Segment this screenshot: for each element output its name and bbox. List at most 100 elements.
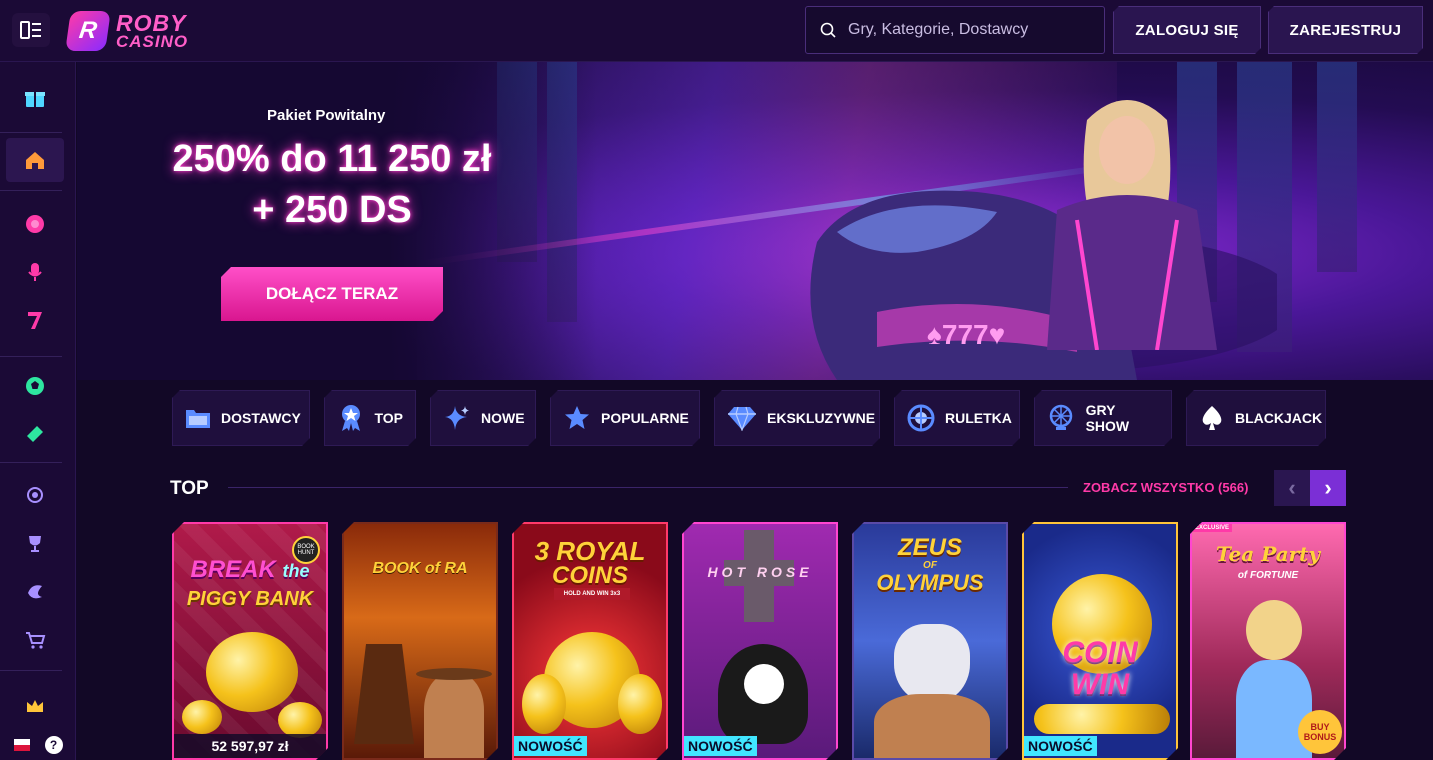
exclusive-badge: EXCLUSIVE [1192, 524, 1232, 532]
hero-pretitle: Pakiet Powitalny [267, 107, 386, 124]
sidebar-item-shop[interactable] [6, 618, 64, 662]
sidebar-item-loyalty[interactable] [6, 474, 64, 518]
game-title: ZEUS [897, 534, 962, 561]
seven-icon [28, 312, 42, 329]
logo-mark: R [65, 11, 111, 51]
top-header: R ROBY CASINO ZALOGUJ SIĘ ZAREJESTRUJ [0, 0, 1433, 62]
bike-plate-text: ♠777♥ [927, 319, 1005, 350]
category-providers[interactable]: DOSTAWCY [172, 390, 310, 446]
game-subtitle: HOLD AND WIN 3x3 [554, 588, 630, 600]
game-tile-tea-party-of-fortune[interactable]: EXCLUSIVE Tea Party of FORTUNE BUY BONUS [1190, 522, 1346, 760]
sidebar: ? [0, 62, 76, 760]
game-tile-coin-win[interactable]: COIN WIN NOWOŚĆ [1022, 522, 1178, 760]
category-label: DOSTAWCY [221, 410, 301, 426]
trophy-icon [29, 536, 41, 552]
star-icon [563, 403, 591, 433]
game-title-line2: WIN [1070, 668, 1130, 701]
folder-icon [185, 403, 211, 433]
hero-title-line1: 250% do 11 250 zł [172, 138, 492, 180]
logo-text-roby: ROBY [116, 10, 187, 36]
spade-icon [1199, 403, 1225, 433]
game-tile-zeus-of-olympus[interactable]: ZEUS OF OLYMPUS [852, 522, 1008, 760]
crown-icon [27, 700, 43, 712]
poland-flag-icon[interactable] [13, 739, 30, 751]
microphone-icon [28, 263, 42, 281]
menu-icon [20, 21, 41, 39]
book-hunt-badge: BOOK HUNT [292, 536, 320, 564]
category-popular[interactable]: POPULARNE [550, 390, 700, 446]
roulette-icon [907, 403, 935, 433]
diamond-icon [727, 403, 757, 433]
buy-bonus-badge: BUY BONUS [1298, 710, 1342, 754]
category-label: POPULARNE [601, 410, 689, 426]
game-title: Tea Party [1215, 542, 1321, 566]
section-divider [228, 487, 1068, 488]
category-blackjack[interactable]: BLACKJACK [1186, 390, 1326, 446]
help-icon[interactable]: ? [44, 736, 63, 754]
game-tile-break-the-piggy-bank[interactable]: BREAK the PIGGY BANK BOOK HUNT 52 597,97… [172, 522, 328, 760]
category-exclusive[interactable]: EKSKLUZYWNE [714, 390, 880, 446]
new-badge: NOWOŚĆ [1024, 736, 1097, 756]
game-subtitle: of FORTUNE [1237, 570, 1299, 581]
sidebar-item-sports[interactable] [6, 364, 64, 408]
category-label: GRY SHOW [1085, 402, 1130, 434]
sidebar-item-home[interactable] [6, 138, 64, 182]
game-subtitle: PIGGY BANK [186, 588, 314, 610]
game-tile-3-royal-coins[interactable]: 3 ROYAL COINS HOLD AND WIN 3x3 NOWOŚĆ [512, 522, 668, 760]
category-game-shows[interactable]: GRY SHOW [1034, 390, 1172, 446]
award-icon [337, 403, 364, 433]
register-button[interactable]: ZAREJESTRUJ [1268, 6, 1423, 54]
game-title: COIN [1062, 636, 1138, 669]
game-tile-hot-rose[interactable]: HOT ROSE NOWOŚĆ [682, 522, 838, 760]
jackpot-amount: 52 597,97 zł [174, 734, 326, 758]
sidebar-item-vip[interactable] [6, 684, 64, 728]
game-title: HOT ROSE [707, 564, 813, 580]
carousel-next-button[interactable]: › [1310, 470, 1346, 506]
new-badge: NOWOŚĆ [684, 736, 757, 756]
home-icon [26, 152, 44, 169]
sidebar-item-slots[interactable] [6, 298, 64, 342]
rider-illustration [1047, 100, 1217, 350]
category-new[interactable]: NOWE [430, 390, 536, 446]
ticket-icon [27, 426, 43, 442]
sidebar-item-live[interactable] [6, 250, 64, 294]
sidebar-item-bonuses[interactable] [6, 76, 64, 120]
tournament-icon [28, 585, 42, 599]
menu-toggle-button[interactable] [12, 13, 50, 47]
game-title-line2: COINS [551, 562, 628, 589]
game-title: BOOK of RA [372, 560, 468, 577]
game-tile-book-of-ra[interactable]: BOOK of RA [342, 522, 498, 760]
hero-banner[interactable]: ♠777♥ Pakiet Powitalny 250% do 11 250 zł… [77, 62, 1433, 380]
new-badge: NOWOŚĆ [514, 736, 587, 756]
category-roulette[interactable]: RULETKA [894, 390, 1020, 446]
category-label: BLACKJACK [1235, 410, 1323, 426]
roulette-chip-icon [26, 215, 44, 233]
category-label: EKSKLUZYWNE [767, 410, 876, 426]
sidebar-item-casino[interactable] [6, 202, 64, 246]
login-button[interactable]: ZALOGUJ SIĘ [1113, 6, 1261, 54]
category-label: NOWE [481, 410, 525, 426]
sparkle-icon [443, 403, 471, 433]
gift-icon [25, 92, 45, 107]
sidebar-item-betslip[interactable] [6, 412, 64, 456]
see-all-link[interactable]: ZOBACZ WSZYSTKO (566) [1083, 480, 1248, 495]
category-top[interactable]: TOP [324, 390, 416, 446]
soccer-ball-icon [26, 377, 44, 395]
search-input[interactable] [848, 21, 1088, 39]
section-title-top: TOP [170, 478, 209, 499]
search-box[interactable] [805, 6, 1105, 54]
join-now-button[interactable]: DOŁĄCZ TERAZ [221, 267, 443, 321]
sidebar-item-tournaments[interactable] [6, 522, 64, 566]
category-label: TOP [374, 410, 403, 426]
search-icon [820, 22, 836, 38]
game-title-line3: OLYMPUS [876, 570, 984, 595]
logo-text-casino: CASINO [116, 31, 189, 51]
carousel-prev-button[interactable]: ‹ [1274, 470, 1310, 506]
sidebar-item-promotions[interactable] [6, 570, 64, 614]
roby-casino-logo[interactable]: R ROBY CASINO [65, 8, 189, 54]
cart-icon [26, 632, 46, 649]
sidebar-footer: ? [0, 730, 76, 760]
wheel-icon [1047, 403, 1076, 433]
hero-title-line2: + 250 DS [252, 189, 412, 231]
badge-icon [27, 487, 43, 503]
